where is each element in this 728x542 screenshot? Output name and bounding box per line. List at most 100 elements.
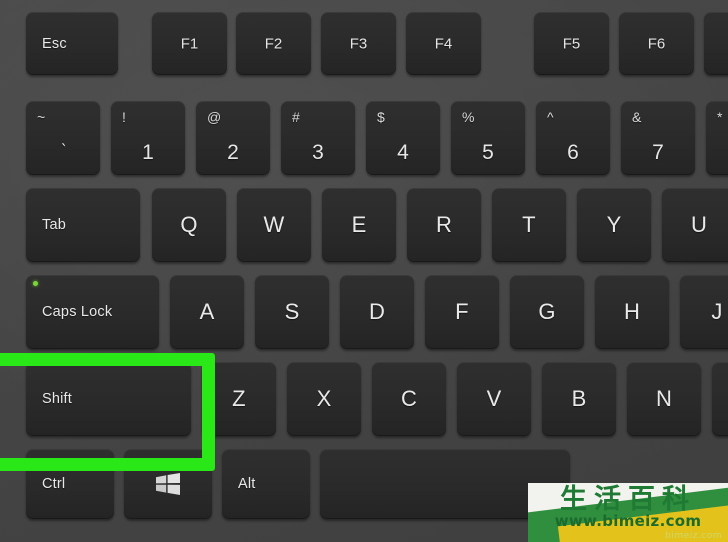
key-label: Tab [42,216,66,233]
key-label: 2 [227,141,239,164]
key-f4[interactable]: F4 [406,12,481,75]
key-letter-r[interactable]: R [407,188,481,262]
key-label: 8 [706,142,728,163]
key-label: Ctrl [42,475,66,492]
key-f5[interactable]: F5 [534,12,609,75]
key-label: 5 [482,141,494,164]
key-letter-s[interactable]: S [255,275,329,349]
key-label: Q [180,212,198,237]
key-label: F5 [562,35,581,52]
key-label: D [368,299,386,324]
key-label: F1 [180,35,199,52]
key-label: A [199,299,215,324]
key-shifted-label: # [292,109,300,125]
key-letter-g[interactable]: G [510,275,584,349]
key-shifted-label: ^ [547,109,554,125]
key-letter-b[interactable]: B [542,362,616,436]
watermark-site-name: 生活百科 [560,484,696,515]
key-label: E [351,212,367,237]
key-label: Shift [42,390,73,407]
key-digit-5[interactable]: % 5 [451,101,525,175]
key-letter-j[interactable]: J [680,275,728,349]
key-label: J [711,299,723,324]
key-letter-m[interactable]: M [712,362,728,436]
key-digit-3[interactable]: #3 [281,101,355,175]
key-digit-2[interactable]: @2 [196,101,270,175]
key-letter-n[interactable]: N [627,362,701,436]
key-label: F2 [264,35,283,52]
key-letter-q[interactable]: Q [152,188,226,262]
key-label: 4 [397,141,409,164]
key-label: V [486,386,502,411]
key-label: F7 [704,36,728,51]
key-shifted-label: ! [122,109,126,125]
key-letter-d[interactable]: D [340,275,414,349]
key-label: F [455,299,469,324]
key-f6[interactable]: F6 [619,12,694,75]
key-f7[interactable]: F7 [704,12,728,75]
key-tab[interactable]: Tab [26,188,140,262]
key-label: F3 [349,35,368,52]
key-letter-a[interactable]: A [170,275,244,349]
key-label: Esc [42,35,67,52]
key-letter-h[interactable]: H [595,275,669,349]
key-label: Y [606,212,622,237]
key-letter-v[interactable]: V [457,362,531,436]
key-label: G [538,299,556,324]
key-label: 6 [567,141,579,164]
key-digit-1[interactable]: ! 1 [111,101,185,175]
key-esc[interactable]: Esc [26,12,118,75]
key-letter-z[interactable]: Z [202,362,276,436]
key-caps-lock[interactable]: Caps Lock [26,275,159,349]
key-label: B [571,386,587,411]
key-label: S [284,299,300,324]
key-letter-t[interactable]: T [492,188,566,262]
key-digit-8[interactable]: *8 [706,101,728,175]
key-label: Alt [238,475,256,492]
caps-lock-led-indicator [33,281,38,286]
key-shifted-label: $ [377,109,385,125]
watermark-site-url: www.bimeiz.com [554,512,702,530]
key-digit-4[interactable]: $4 [366,101,440,175]
key-label: ` [58,140,68,161]
key-alt-left[interactable]: Alt [222,449,310,519]
key-label: 3 [312,141,324,164]
key-letter-y[interactable]: Y [577,188,651,262]
key-label: C [400,386,418,411]
key-windows-key[interactable] [124,449,212,519]
key-letter-e[interactable]: E [322,188,396,262]
keyboard-screenshot: EscF1F2F3F4F5F6F7~`!1@2#3$4%5^6&7*8TabQW… [0,0,728,542]
key-label: N [655,386,673,411]
key-label: Caps Lock [42,303,113,320]
watermark: 生活百科 www.bimeiz.com bimeiz.com [528,483,728,542]
key-digit-7[interactable]: & 7 [621,101,695,175]
key-label: T [522,212,536,237]
key-label: M [712,388,728,410]
key-f1[interactable]: F1 [152,12,227,75]
key-shifted-label: @ [207,109,222,125]
key-f3[interactable]: F3 [321,12,396,75]
key-letter-c[interactable]: C [372,362,446,436]
key-shifted-label: ~ [37,109,46,125]
key-label: F4 [434,35,453,52]
key-label: X [316,386,332,411]
key-label: F6 [647,35,666,52]
key-label: R [435,212,453,237]
key-shift-left[interactable]: Shift [26,362,191,436]
key-label: U [690,212,708,237]
key-f2[interactable]: F2 [236,12,311,75]
key-ctrl-left[interactable]: Ctrl [26,449,114,519]
windows-logo-icon [156,473,180,495]
key-letter-u[interactable]: U [662,188,728,262]
key-label: 7 [652,141,664,164]
key-digit-6[interactable]: ^ 6 [536,101,610,175]
watermark-tagline: bimeiz.com [665,531,722,541]
key-letter-x[interactable]: X [287,362,361,436]
key-shifted-label: % [462,109,475,125]
key-label: H [623,299,641,324]
key-backtick[interactable]: ~ ` [26,101,100,175]
key-shifted-label: & [632,109,642,125]
key-shifted-label: * [717,109,723,125]
key-letter-w[interactable]: W [237,188,311,262]
key-letter-f[interactable]: F [425,275,499,349]
